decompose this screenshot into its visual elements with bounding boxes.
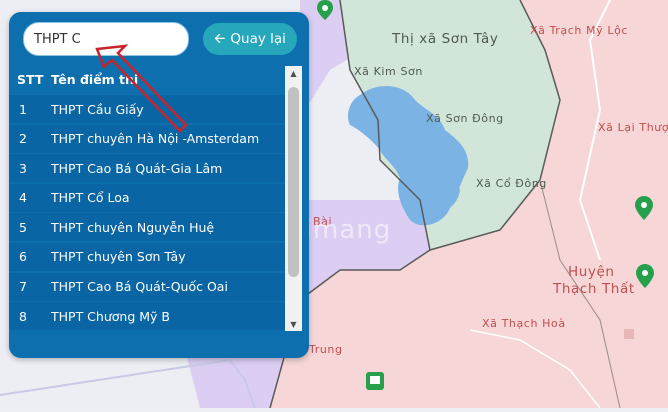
scrollbar[interactable]: ▲ ▼	[285, 66, 302, 331]
bus-stop-icon[interactable]	[366, 372, 384, 394]
row-stt: 5	[19, 219, 27, 235]
map-label-thach-that: Thạch Thất	[553, 281, 635, 297]
map-label-huyen: Huyện	[568, 264, 615, 280]
result-list: 1 THPT Cầu Giấy 2 THPT chuyên Hà Nội -Amst…	[9, 95, 287, 332]
building-icon	[624, 324, 634, 343]
map-label-son-tay: Thị xã Sơn Tây	[392, 31, 499, 47]
table-row[interactable]: 4 THPT Cổ Loa	[9, 183, 287, 212]
row-stt: 3	[19, 160, 27, 176]
scroll-up-icon[interactable]: ▲	[285, 66, 302, 80]
row-stt: 1	[19, 101, 27, 117]
row-name: THPT chuyên Sơn Tây	[51, 249, 186, 265]
map-label-trung: Trung	[309, 343, 343, 356]
row-name: THPT Chương Mỹ B	[51, 308, 170, 324]
row-name: THPT Cầu Giấy	[51, 101, 144, 117]
table-row[interactable]: 1 THPT Cầu Giấy	[9, 95, 287, 123]
arrow-left-icon: 🡨	[214, 31, 226, 47]
row-stt: 4	[19, 190, 27, 206]
row-stt: 6	[19, 249, 27, 265]
row-name: THPT Cao Bá Quát-Quốc Oai	[51, 279, 228, 295]
header-stt: STT	[17, 72, 44, 87]
scroll-down-icon[interactable]: ▼	[285, 317, 302, 331]
table-row[interactable]: 5 THPT chuyên Nguyễn Huệ	[9, 213, 287, 242]
row-name: THPT Cao Bá Quát-Gia Lâm	[51, 160, 223, 176]
map-label-son-dong: Xã Sơn Đông	[426, 112, 504, 125]
table-row[interactable]: 3 THPT Cao Bá Quát-Gia Lâm	[9, 154, 287, 183]
back-button-label: Quay lại	[230, 31, 286, 47]
table-row[interactable]: 8 THPT Chương Mỹ B	[9, 302, 287, 331]
row-name: THPT Cổ Loa	[51, 190, 130, 206]
row-stt: 8	[19, 308, 27, 324]
row-stt: 7	[19, 279, 27, 295]
location-pin-icon[interactable]	[634, 196, 654, 224]
table-row[interactable]: 6 THPT chuyên Sơn Tây	[9, 242, 287, 271]
table-row[interactable]: 2 THPT chuyên Hà Nội -Amsterdam	[9, 124, 287, 153]
search-panel: 🡨 Quay lại STT Tên điểm thi 1 THPT Cầu Gi…	[9, 12, 309, 358]
row-stt: 2	[19, 131, 27, 147]
map-label-lai-thuong: Xã Lại Thượ	[598, 121, 668, 134]
search-input[interactable]	[23, 22, 189, 56]
location-pin-icon[interactable]	[635, 264, 655, 292]
map-label-trach-my-loc: Xã Trạch Mỹ Lộc	[530, 24, 629, 37]
map-label-co-dong: Xã Cổ Đông	[476, 177, 547, 190]
row-name: THPT chuyên Hà Nội -Amsterdam	[51, 131, 260, 147]
map-label-kim-son: Xã Kim Sơn	[354, 65, 423, 78]
table-header: STT Tên điểm thi	[9, 66, 287, 93]
table-row[interactable]: 7 THPT Cao Bá Quát-Quốc Oai	[9, 272, 287, 301]
row-name: THPT chuyên Nguyễn Huệ	[51, 219, 215, 235]
location-pin-icon[interactable]	[315, 0, 335, 24]
map-label-thach-hoa: Xã Thạch Hoà	[482, 317, 566, 330]
back-button[interactable]: 🡨 Quay lại	[203, 23, 297, 55]
scroll-thumb[interactable]	[288, 87, 299, 277]
header-name: Tên điểm thi	[51, 72, 139, 87]
